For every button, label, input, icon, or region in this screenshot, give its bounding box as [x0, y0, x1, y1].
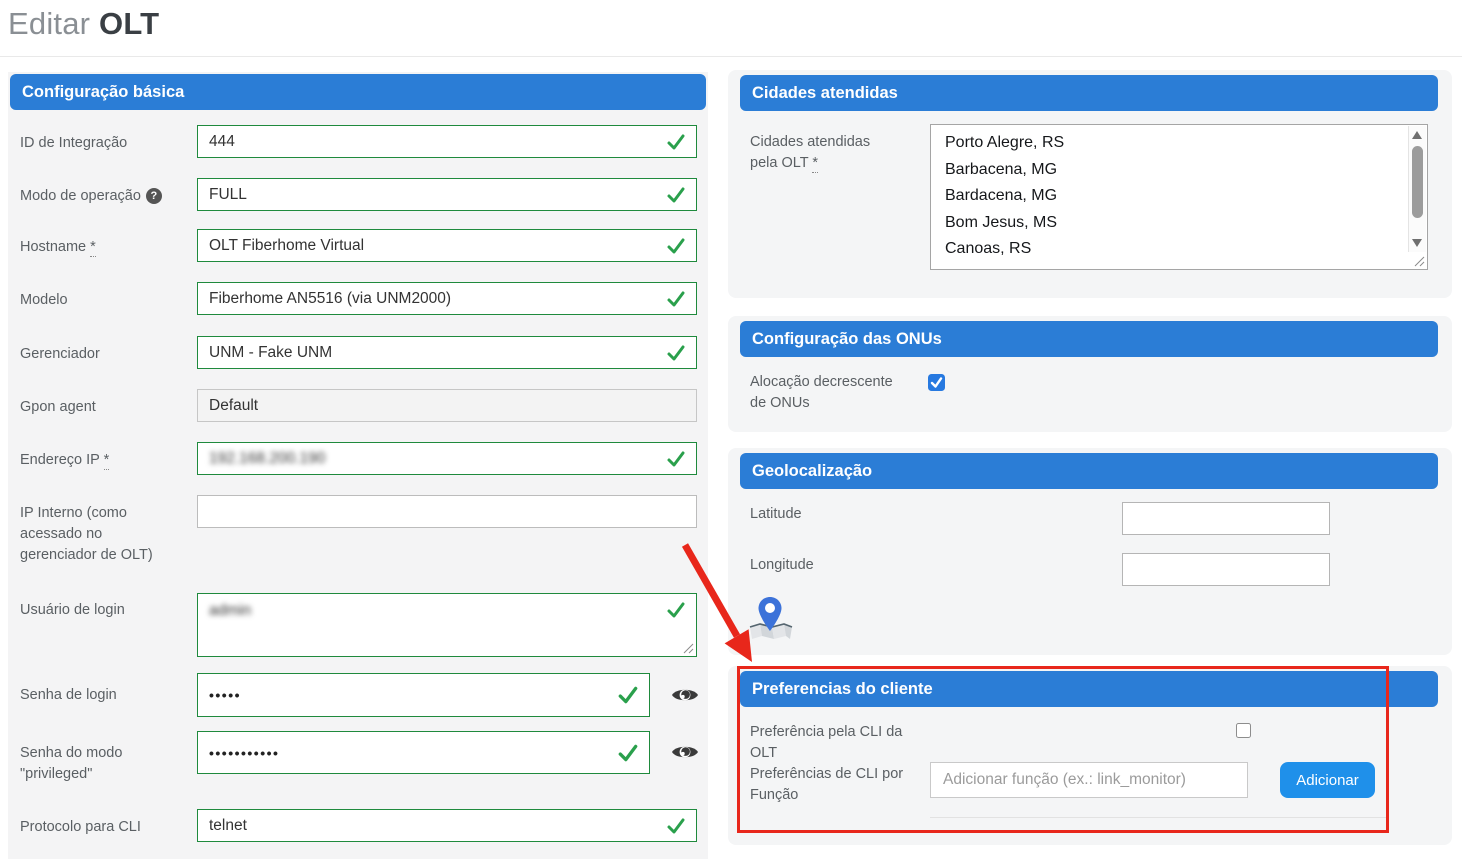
cli-function-label: Preferências de CLI por Função	[750, 764, 915, 806]
usuario-login-textarea[interactable]: admin	[197, 593, 697, 657]
modelo-input[interactable]: Fiberhome AN5516 (via UNM2000)	[197, 282, 697, 315]
field-label-senha-privileged: Senha do modo "privileged"	[20, 743, 178, 785]
alocacao-decrescente-label: Alocação decrescente de ONUs	[750, 372, 910, 414]
map-pin-icon[interactable]	[746, 594, 794, 640]
city-option[interactable]: Canoas, RS	[931, 236, 1427, 263]
city-option[interactable]: Barbacena, MG	[931, 157, 1427, 184]
valid-check-icon	[666, 132, 686, 152]
adicionar-button[interactable]: Adicionar	[1280, 762, 1375, 798]
endereco-ip-input[interactable]: 192.168.200.190	[197, 442, 697, 475]
field-label-usuario-login: Usuário de login	[20, 600, 178, 621]
field-label-gerenciador: Gerenciador	[20, 344, 178, 365]
check-icon	[928, 374, 945, 391]
modo-operacao-input[interactable]: FULL	[197, 178, 697, 211]
field-label-endereco-ip: Endereço IP *	[20, 450, 178, 471]
basic-config-header: Configuração básica	[10, 74, 706, 110]
show-password-icon[interactable]	[670, 680, 700, 710]
page-title-light: Editar	[8, 6, 90, 41]
city-option[interactable]: Porto Alegre, RS	[931, 125, 1427, 157]
ip-interno-input[interactable]	[197, 495, 697, 528]
field-label-gpon-agent: Gpon agent	[20, 397, 178, 418]
scroll-up-icon[interactable]	[1412, 131, 1422, 139]
help-icon[interactable]: ?	[146, 188, 162, 204]
resize-handle[interactable]	[682, 642, 694, 654]
hostname-input[interactable]: OLT Fiberhome Virtual	[197, 229, 697, 262]
longitude-label: Longitude	[750, 555, 814, 576]
field-label-senha-login: Senha de login	[20, 685, 178, 706]
valid-check-icon	[666, 449, 686, 469]
field-label-id-integracao: ID de Integração	[20, 133, 178, 154]
alocacao-decrescente-checkbox[interactable]	[928, 374, 945, 391]
field-label-hostname: Hostname *	[20, 237, 178, 258]
valid-check-icon	[666, 236, 686, 256]
page-title: Editar OLT	[8, 6, 159, 42]
valid-check-icon	[666, 600, 686, 620]
latitude-label: Latitude	[750, 504, 802, 525]
required-asterisk: *	[90, 239, 96, 257]
field-label-modelo: Modelo	[20, 290, 178, 311]
field-label-ip-interno: IP Interno (como acessado no gerenciador…	[20, 503, 178, 566]
senha-privileged-input[interactable]: •••••••••••	[197, 731, 650, 774]
geolocation-header: Geolocalização	[740, 453, 1438, 489]
edit-olt-page: Editar OLT Configuração básica ID de Int…	[0, 0, 1462, 859]
valid-check-icon	[617, 684, 639, 706]
valid-check-icon	[666, 185, 686, 205]
gpon-agent-input: Default	[197, 389, 697, 422]
valid-check-icon	[617, 742, 639, 764]
scrollbar-thumb[interactable]	[1412, 146, 1423, 218]
show-password-icon[interactable]	[670, 737, 700, 767]
basic-config-panel: Configuração básica ID de Integração 444…	[8, 72, 708, 859]
senha-login-input[interactable]: •••••	[197, 673, 650, 717]
resize-handle[interactable]	[1413, 255, 1425, 267]
client-preferences-panel: Preferencias do cliente Preferência pela…	[728, 666, 1452, 845]
onus-config-panel: Configuração das ONUs Alocação decrescen…	[728, 316, 1452, 432]
onus-config-header: Configuração das ONUs	[740, 321, 1438, 357]
valid-check-icon	[666, 343, 686, 363]
required-asterisk: *	[104, 452, 110, 470]
id-integracao-input[interactable]: 444	[197, 125, 697, 158]
valid-check-icon	[666, 816, 686, 836]
title-divider	[0, 56, 1462, 57]
latitude-input[interactable]	[1122, 502, 1330, 535]
valid-check-icon	[666, 289, 686, 309]
geolocation-panel: Geolocalização Latitude Longitude	[728, 448, 1452, 655]
scroll-down-icon[interactable]	[1412, 239, 1422, 247]
cli-preference-checkbox[interactable]	[1236, 723, 1251, 738]
cities-panel: Cidades atendidas Cidades atendidas pela…	[728, 70, 1452, 298]
add-function-input[interactable]	[930, 762, 1248, 798]
city-option[interactable]: Bom Jesus, MS	[931, 210, 1427, 237]
section-divider	[930, 817, 1386, 818]
cli-preference-label: Preferência pela CLI da OLT	[750, 722, 915, 764]
cities-header: Cidades atendidas	[740, 75, 1438, 111]
city-option[interactable]: Bardacena, MG	[931, 183, 1427, 210]
page-title-bold: OLT	[99, 6, 159, 41]
field-label-protocolo-cli: Protocolo para CLI	[20, 817, 178, 838]
client-preferences-header: Preferencias do cliente	[740, 671, 1438, 707]
listbox-scrollbar[interactable]	[1408, 126, 1426, 252]
longitude-input[interactable]	[1122, 553, 1330, 586]
field-label-modo-operacao: Modo de operação?	[20, 186, 178, 207]
cities-label: Cidades atendidas pela OLT *	[750, 132, 900, 174]
required-asterisk: *	[812, 155, 818, 173]
protocolo-cli-input[interactable]: telnet	[197, 809, 697, 842]
gerenciador-input[interactable]: UNM - Fake UNM	[197, 336, 697, 369]
cities-listbox[interactable]: Porto Alegre, RS Barbacena, MG Bardacena…	[930, 124, 1428, 270]
